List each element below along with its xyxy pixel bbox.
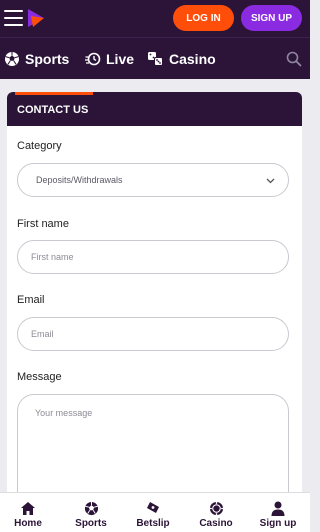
first-name-field[interactable]: First name [17,240,289,274]
brand-logo[interactable] [27,8,45,28]
nav-casino[interactable]: Casino [147,38,216,80]
tab-signup[interactable]: Sign up [256,493,300,532]
tab-betslip[interactable]: Betslip [133,493,173,532]
soccer-ball-icon [5,52,19,66]
contact-title: CONTACT US [17,104,89,116]
menu-icon[interactable] [4,10,23,26]
casino-chip-icon [209,501,223,516]
contact-header: CONTACT US [7,92,302,126]
dice-icon [148,52,163,66]
first-name-label: First name [17,218,69,230]
user-icon [271,501,285,516]
login-button[interactable]: LOG IN [173,5,234,31]
category-select-value: Deposits/Withdrawals [36,175,123,185]
tab-signup-label: Sign up [259,518,297,529]
contact-form-card: CONTACT US Category Deposits/Withdrawals… [7,92,302,512]
bottom-nav: Home Sports Betslip Casino Sign up [0,492,310,532]
tab-casino-label: Casino [199,518,233,529]
search-icon[interactable] [286,51,302,67]
email-label: Email [17,294,45,306]
nav-sports-label: Sports [25,51,70,67]
tab-sports-label: Sports [75,518,107,529]
signup-button[interactable]: SIGN UP [241,5,302,31]
nav-live-label: Live [106,51,135,67]
first-name-placeholder: First name [31,252,74,262]
tab-betslip-label: Betslip [136,518,170,529]
category-nav: Sports Live Casino [0,37,310,79]
tab-home[interactable]: Home [10,493,46,532]
tab-casino[interactable]: Casino [196,493,236,532]
home-icon [21,502,35,515]
nav-live[interactable]: Live [85,38,134,80]
email-field[interactable]: Email [17,317,289,351]
message-label: Message [17,371,62,383]
soccer-ball-icon [84,501,98,516]
live-clock-icon [85,52,101,66]
category-select[interactable]: Deposits/Withdrawals [17,163,289,197]
tab-sports[interactable]: Sports [71,493,111,532]
header-accent-bar [15,92,93,95]
category-label: Category [17,140,62,152]
ticket-icon [147,502,159,513]
tab-home-label: Home [14,518,42,529]
chevron-down-icon [266,178,275,184]
top-header: LOG IN SIGN UP [0,0,310,37]
nav-sports[interactable]: Sports [4,38,69,80]
nav-casino-label: Casino [169,51,216,67]
message-placeholder: Your message [35,408,93,418]
email-placeholder: Email [31,329,54,339]
